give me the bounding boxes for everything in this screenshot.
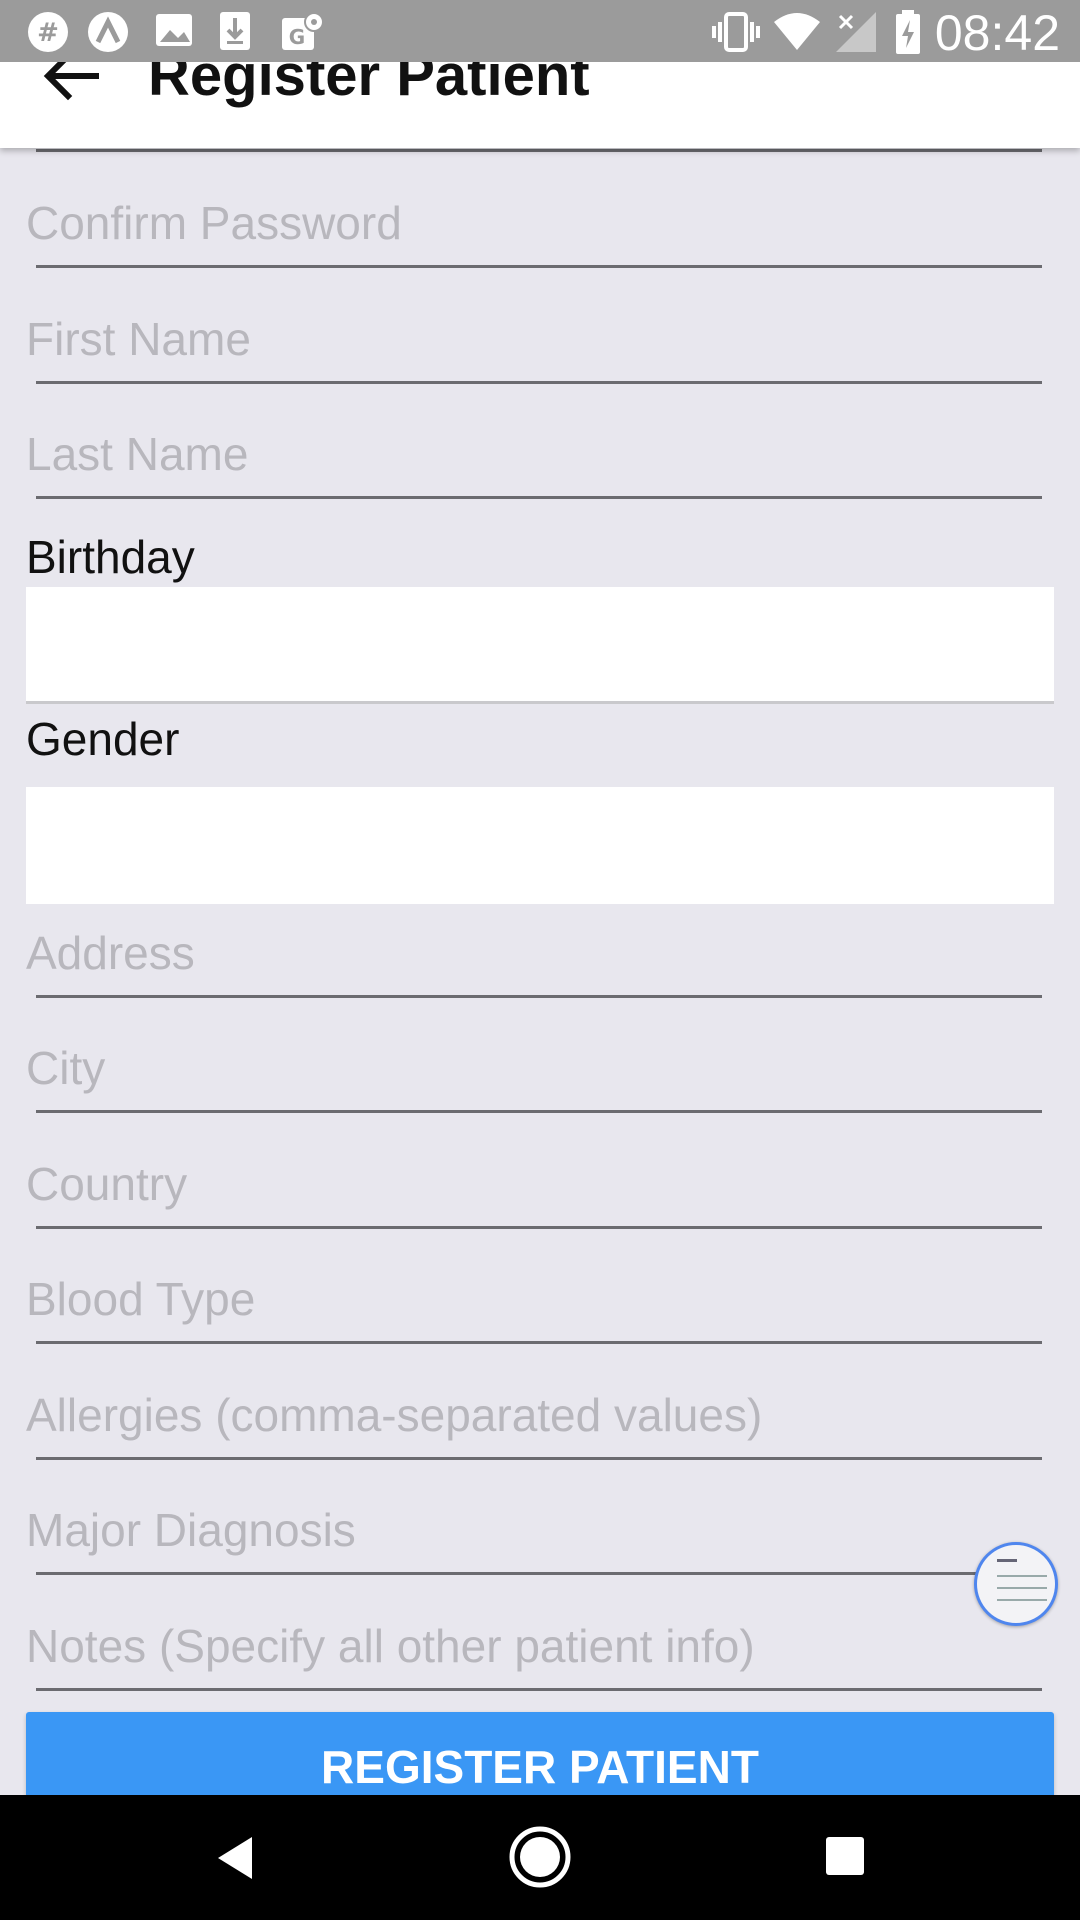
- home-circle-icon[interactable]: [508, 1825, 572, 1889]
- birthday-picker[interactable]: [26, 587, 1054, 704]
- password-field-underline: [36, 149, 1042, 152]
- field-underline: [36, 1572, 1042, 1575]
- allergies-placeholder: Allergies (comma-separated values): [26, 1389, 763, 1441]
- svg-text:G: G: [289, 25, 305, 49]
- gender-label: Gender: [26, 713, 180, 765]
- download-icon: [220, 12, 250, 50]
- major-diagnosis-placeholder: Major Diagnosis: [26, 1504, 356, 1556]
- hash-icon: #: [28, 12, 68, 52]
- mini-line: [997, 1599, 1047, 1601]
- field-underline: [36, 265, 1042, 268]
- field-underline: [36, 1341, 1042, 1344]
- notes-field[interactable]: Notes (Specify all other patient info): [26, 1620, 1042, 1691]
- mini-title-line: [997, 1559, 1017, 1562]
- address-placeholder: Address: [26, 927, 195, 979]
- allergies-field[interactable]: Allergies (comma-separated values): [26, 1389, 1042, 1460]
- field-underline: [36, 381, 1042, 384]
- navigation-bar: [0, 1795, 1080, 1920]
- field-underline: [36, 1110, 1042, 1113]
- lambda-icon: [88, 12, 128, 52]
- address-field[interactable]: Address: [26, 927, 1042, 998]
- no-signal-icon: [836, 12, 876, 52]
- blood-type-field[interactable]: Blood Type: [26, 1273, 1042, 1344]
- major-diagnosis-field[interactable]: Major Diagnosis: [26, 1504, 1042, 1575]
- maps-icon: G: [282, 12, 324, 50]
- register-form[interactable]: Confirm Password First Name Last Name Bi…: [0, 0, 1080, 1795]
- city-placeholder: City: [26, 1042, 106, 1094]
- recents-square-icon[interactable]: [824, 1835, 866, 1877]
- register-patient-button[interactable]: REGISTER PATIENT: [26, 1712, 1054, 1795]
- confirm-password-placeholder: Confirm Password: [26, 197, 402, 249]
- last-name-field[interactable]: Last Name: [26, 428, 1042, 499]
- floating-screenshot-bubble[interactable]: [974, 1542, 1058, 1626]
- back-triangle-icon[interactable]: [214, 1835, 256, 1881]
- city-field[interactable]: City: [26, 1042, 1042, 1113]
- field-underline: [36, 1226, 1042, 1229]
- battery-charging-icon: [896, 10, 920, 54]
- first-name-field[interactable]: First Name: [26, 313, 1042, 384]
- image-icon: [156, 14, 192, 46]
- first-name-placeholder: First Name: [26, 313, 251, 365]
- wifi-icon: [774, 13, 820, 50]
- status-bar: # G 08:42: [0, 0, 1080, 62]
- field-underline: [36, 496, 1042, 499]
- country-placeholder: Country: [26, 1158, 188, 1210]
- field-underline: [36, 1457, 1042, 1460]
- mini-line: [997, 1587, 1047, 1589]
- clock: 08:42: [934, 5, 1060, 61]
- mini-line: [997, 1575, 1047, 1577]
- svg-text:#: #: [37, 18, 59, 48]
- blood-type-placeholder: Blood Type: [26, 1273, 256, 1325]
- vibrate-icon: [712, 12, 760, 52]
- gender-picker[interactable]: [26, 787, 1054, 904]
- country-field[interactable]: Country: [26, 1158, 1042, 1229]
- confirm-password-field[interactable]: Confirm Password: [26, 197, 1042, 268]
- field-underline: [36, 995, 1042, 998]
- field-underline: [36, 1688, 1042, 1691]
- notes-placeholder: Notes (Specify all other patient info): [26, 1620, 755, 1672]
- last-name-placeholder: Last Name: [26, 428, 249, 480]
- birthday-label: Birthday: [26, 531, 195, 583]
